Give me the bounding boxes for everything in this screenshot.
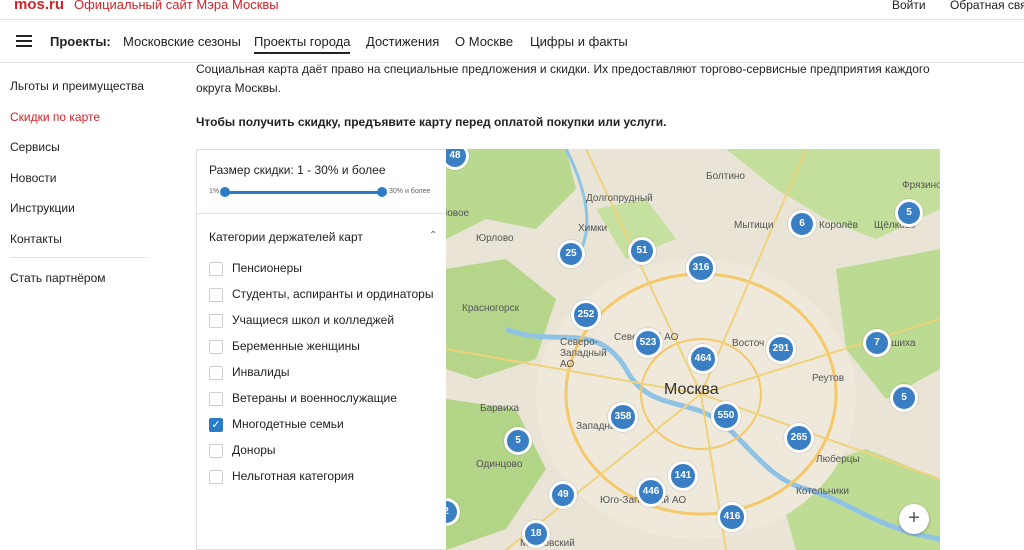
slider-max-label: 30% и более [389,188,431,195]
nav-label: Проекты: [50,34,111,49]
checkbox[interactable] [209,469,223,484]
map-label-novoe: Новое [446,208,470,219]
map-cluster-marker[interactable]: 5 [504,427,532,455]
checkbox[interactable] [209,313,223,328]
map-label-vostoch: Восточ [732,338,765,349]
map-label-kotelniki: Котельники [796,486,849,497]
map-cluster-marker[interactable]: 358 [608,402,638,432]
panel-divider [197,213,446,214]
map-label-fryazino: Фрязино [902,180,940,191]
map-label-boltino: Болтино [706,171,745,182]
map-cluster-marker[interactable]: 49 [549,481,577,509]
checkbox[interactable] [209,339,223,354]
sidebar-item-news[interactable]: Новости [10,170,150,201]
projects-nav: Проекты: Московские сезоны Проекты город… [0,21,1024,63]
nav-item-facts[interactable]: Цифры и факты [530,34,628,49]
map-label-dolgoprudny: Долгопрудный [586,193,653,204]
discount-slider-track[interactable] [224,191,382,194]
category-large-families[interactable]: ✓ Многодетные семьи [209,417,344,432]
top-bar: mos.ru Официальный сайт Мэра Москвы Войт… [0,0,1024,20]
category-students[interactable]: Студенты, аспиранты и ординаторы [209,287,433,302]
category-disabled[interactable]: Инвалиды [209,365,290,380]
chevron-up-icon[interactable]: ⌃ [429,230,437,241]
map-label-khimki: Химки [578,223,608,234]
categories-title[interactable]: Категории держателей карт [209,230,363,244]
checkbox[interactable] [209,391,223,406]
checkbox[interactable] [209,365,223,380]
category-pupils[interactable]: Учащиеся школ и колледжей [209,313,394,328]
map-cluster-marker[interactable]: 265 [784,423,814,453]
map-cluster-marker[interactable]: 550 [711,401,741,431]
intro-paragraph: Социальная карта даёт право на специальн… [196,62,930,95]
sidebar: Льготы и преимущества Скидки по карте Се… [10,78,150,300]
map-label-odintsovo: Одинцово [476,459,523,470]
filter-panel: Размер скидки: 1 - 30% и более 1% 30% и … [196,149,446,550]
map-cluster-marker[interactable]: 7 [863,329,891,357]
map-cluster-marker[interactable]: 464 [688,344,718,374]
sidebar-item-services[interactable]: Сервисы [10,139,150,170]
map-label-krasnogorsk: Красногорск [462,303,519,314]
category-veterans[interactable]: Ветераны и военнослужащие [209,391,397,406]
map-cluster-marker[interactable]: 316 [686,253,716,283]
sidebar-item-contacts[interactable]: Контакты [10,231,150,253]
map-cluster-marker[interactable]: 523 [633,328,663,358]
site-title[interactable]: Официальный сайт Мэра Москвы [74,0,279,12]
map-label-barvikha: Барвиха [480,403,520,414]
map-label-moscow: Москва [664,381,719,398]
map-cluster-marker[interactable]: 18 [522,520,550,548]
map-cluster-marker[interactable]: 25 [557,240,585,268]
map-label-korolev: Королёв [819,220,858,231]
sidebar-item-discounts[interactable]: Скидки по карте [10,109,150,140]
category-pensioners[interactable]: Пенсионеры [209,261,302,276]
map-label-mytishchi: Мытищи [734,220,774,231]
map-cluster-marker[interactable]: 416 [717,502,747,532]
slider-min-label: 1% [209,188,220,195]
map-cluster-marker[interactable]: 291 [766,334,796,364]
map-label-north-west-district: Северо-Западный АО [560,337,607,370]
slider-min-handle[interactable] [220,187,230,197]
nav-item-achievements[interactable]: Достижения [366,34,439,49]
checkbox[interactable] [209,261,223,276]
map-cluster-marker[interactable]: 51 [628,237,656,265]
login-link[interactable]: Войти [892,0,926,12]
sidebar-divider [10,256,147,258]
instruction-paragraph: Чтобы получить скидку, предъявите карту … [196,115,667,129]
sidebar-item-become-partner[interactable]: Стать партнёром [10,270,150,301]
map-cluster-marker[interactable]: 5 [890,384,918,412]
discount-map[interactable]: Болтино Долгопрудный Фрязино Новое Химки… [446,149,940,550]
sidebar-item-instructions[interactable]: Инструкции [10,200,150,231]
category-non-benefit[interactable]: Нельготная категория [209,469,354,484]
map-cluster-marker[interactable]: 446 [636,477,666,507]
map-cluster-marker[interactable]: 6 [788,210,816,238]
nav-item-seasons[interactable]: Московские сезоны [123,34,241,49]
category-pregnant[interactable]: Беременные женщины [209,339,360,354]
checkbox[interactable] [209,287,223,302]
site-logo[interactable]: mos.ru [14,0,64,13]
category-donors[interactable]: Доноры [209,443,276,458]
map-cluster-marker[interactable]: 141 [668,461,698,491]
sidebar-item-benefits[interactable]: Льготы и преимущества [10,78,150,109]
map-label-yurlovo: Юрлово [476,233,514,244]
menu-icon[interactable] [16,35,32,47]
checkbox-checked[interactable]: ✓ [209,417,223,432]
map-label-lyubertsy: Люберцы [816,454,860,465]
map-cluster-marker[interactable]: 252 [571,300,601,330]
checkbox[interactable] [209,443,223,458]
zoom-in-button[interactable]: + [899,504,929,534]
nav-item-about-moscow[interactable]: О Москве [455,34,513,49]
slider-max-handle[interactable] [377,187,387,197]
map-cluster-marker[interactable]: 5 [895,199,923,227]
map-label-reutov: Реутов [812,373,845,384]
feedback-link[interactable]: Обратная связь [950,0,1024,12]
nav-item-city-projects[interactable]: Проекты города [254,34,351,54]
discount-size-title: Размер скидки: 1 - 30% и более [209,163,386,177]
